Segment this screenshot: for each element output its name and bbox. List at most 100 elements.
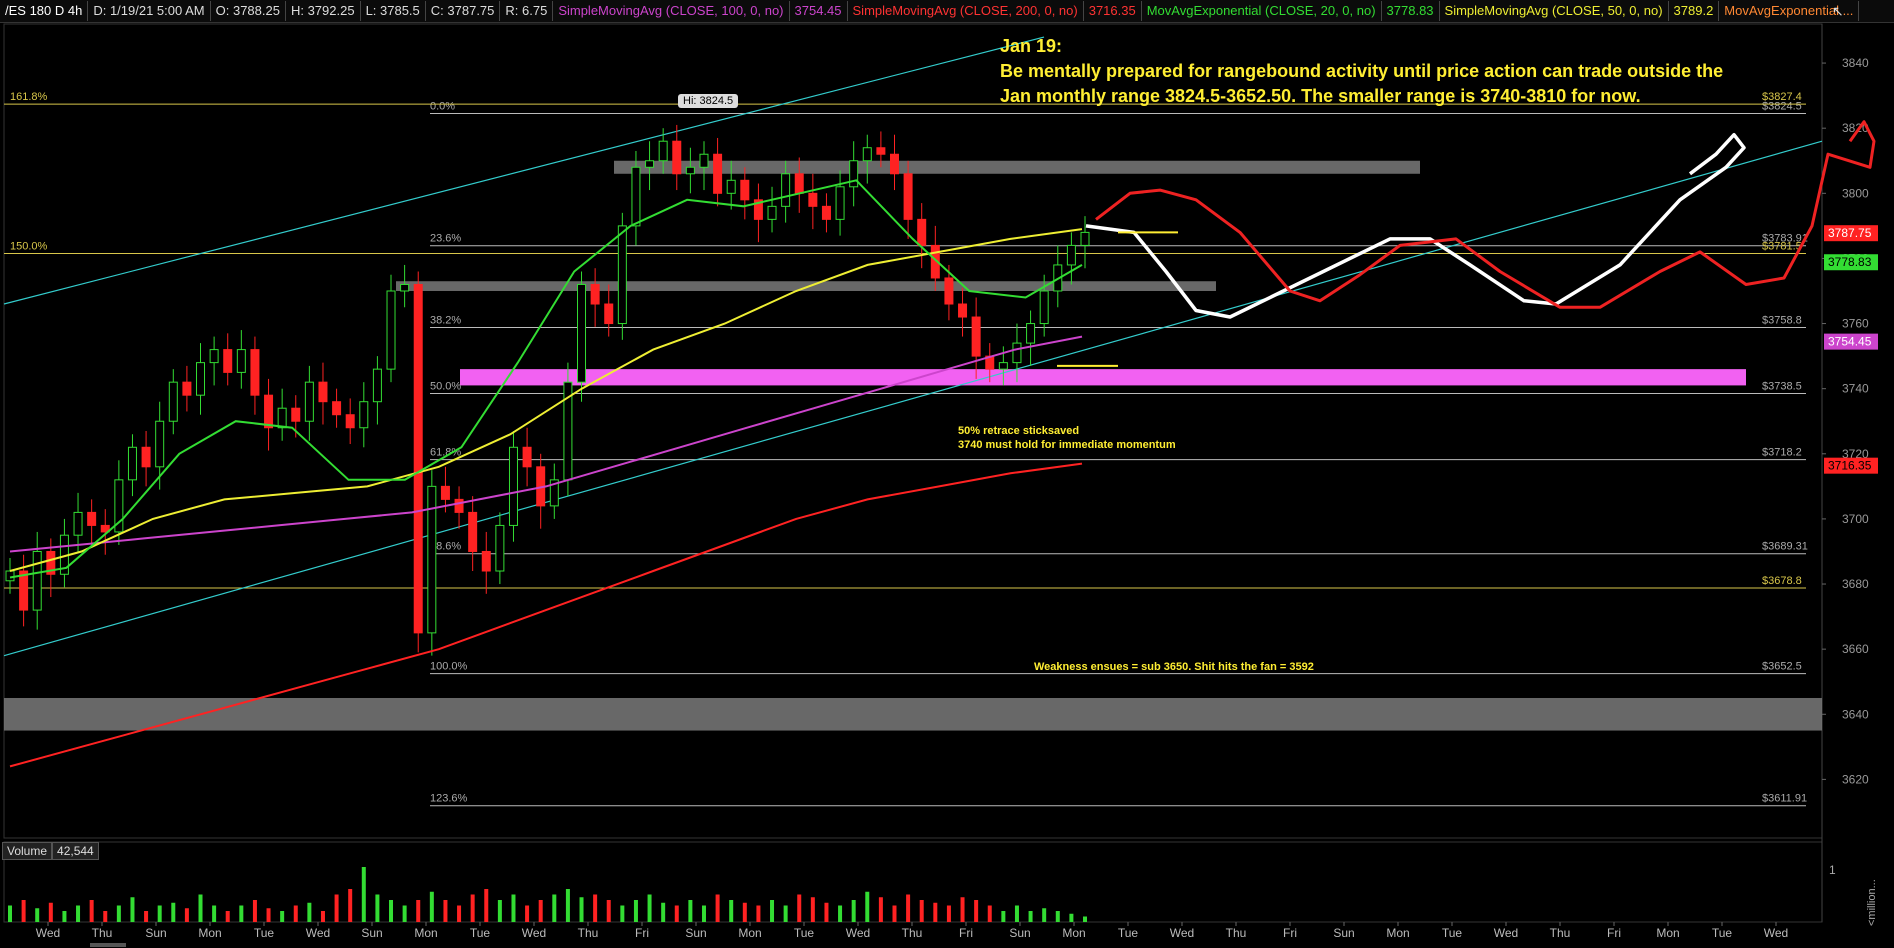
level-value: $3678.8 (1762, 575, 1802, 587)
fib-label: 150.0% (10, 241, 48, 253)
volume-bar (933, 902, 938, 922)
x-tick-label: Wed (306, 926, 330, 940)
candle-body (318, 381, 328, 403)
volume-bar (742, 902, 747, 922)
volume-bar (824, 902, 829, 922)
volume-bar (810, 897, 815, 922)
x-tick-label: Mon (414, 926, 437, 940)
volume-bar (960, 897, 965, 922)
volume-bar (76, 905, 81, 922)
price-zone (614, 160, 1420, 174)
fib-label: 23.6% (430, 233, 461, 245)
candle-body (209, 349, 219, 364)
candle-body (849, 160, 859, 188)
volume-bar (293, 905, 298, 922)
candle-body (971, 316, 981, 357)
volume-bar (184, 908, 189, 922)
volume-title: Volume (2, 842, 53, 860)
candle-body (781, 173, 791, 207)
candle-body (304, 381, 314, 422)
volume-bar (701, 905, 706, 922)
y-tick-label: 3700 (1842, 512, 1869, 526)
volume-bar (974, 900, 979, 922)
volume-bar (116, 905, 121, 922)
volume-bar (198, 894, 203, 922)
candle-body (944, 277, 954, 305)
candle-body (958, 303, 968, 318)
candle-body (1080, 231, 1090, 246)
volume-bar (715, 894, 720, 922)
retrace-note: 50% retrace sticksaved 3740 must hold fo… (958, 424, 1176, 452)
volume-bar (1028, 911, 1033, 922)
scrollbar-thumb (90, 943, 126, 947)
volume-bar (157, 905, 162, 922)
volume-bar (48, 902, 53, 922)
x-tick-label: Mon (738, 926, 761, 940)
volume-bar (865, 891, 870, 922)
candle-body (250, 349, 260, 396)
candle-body (645, 160, 655, 168)
volume-bar (429, 891, 434, 922)
fib-label: 161.8% (10, 91, 48, 103)
trade-note: Jan 19: Be mentally prepared for rangebo… (1000, 34, 1723, 109)
volume-bar (8, 905, 12, 922)
x-tick-label: Fri (1607, 926, 1621, 940)
volume-bar (674, 905, 679, 922)
price-chart[interactable]: 3620364036603680370037203740376037803800… (0, 0, 1894, 948)
candle-body (917, 218, 927, 246)
volume-bar (647, 894, 652, 922)
volume-bar (851, 900, 856, 922)
volume-bar (756, 905, 761, 922)
volume-bar (688, 900, 693, 922)
candle-body (862, 147, 872, 162)
volume-bar (334, 894, 339, 922)
candle-body (468, 511, 478, 552)
volume-bar (838, 905, 843, 922)
settings-icon[interactable]: ↖ (1832, 3, 1844, 20)
candle-body (1012, 342, 1022, 364)
volume-bar (416, 900, 421, 922)
candle-body (821, 205, 831, 220)
candle-body (767, 205, 777, 220)
volume-bar (21, 900, 26, 922)
volume-bar (919, 900, 924, 922)
volume-bar (661, 902, 666, 922)
candle-body (1026, 323, 1036, 344)
candle-body (794, 173, 804, 194)
candle-body (400, 283, 410, 292)
x-tick-label: Wed (846, 926, 870, 940)
fib-value: $3738.5 (1762, 381, 1802, 393)
volume-bar (892, 905, 897, 922)
candle-body (359, 401, 369, 429)
candle-body (454, 498, 464, 513)
volume-bar (565, 889, 570, 922)
volume-bar (35, 908, 40, 922)
volume-bar (402, 905, 407, 922)
volume-bar (511, 894, 516, 922)
candle-body (87, 511, 97, 526)
volume-bar (144, 911, 149, 922)
volume-bar (320, 911, 325, 922)
fib-value: $3652.5 (1762, 661, 1802, 673)
candle-body (672, 140, 682, 175)
x-tick-label: Wed (1170, 926, 1194, 940)
y-tick-label: 3620 (1842, 772, 1869, 786)
volume-bar (443, 900, 448, 922)
volume-bar (266, 908, 271, 922)
price-zone (396, 281, 1216, 291)
volume-bar (593, 894, 598, 922)
candle-body (277, 407, 287, 429)
x-tick-label: Wed (1494, 926, 1518, 940)
candle-body (141, 446, 151, 468)
x-tick-label: Thu (1550, 926, 1571, 940)
candle-body (413, 283, 423, 634)
candle-body (291, 407, 301, 422)
volume-bar (375, 894, 380, 922)
volume-axis-tick: 1 (1829, 863, 1836, 877)
candle-body (264, 394, 274, 429)
x-tick-label: Tue (470, 926, 491, 940)
fib-value: $3689.31 (1762, 541, 1808, 553)
candle-body (332, 401, 342, 416)
candle-body (345, 414, 355, 429)
candle-body (658, 140, 668, 162)
